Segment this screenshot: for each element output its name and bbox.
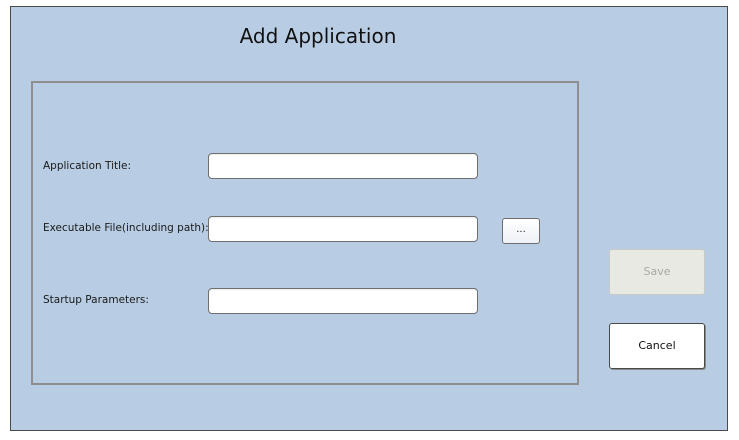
executable-file-label: Executable File(including path): xyxy=(43,222,209,234)
cancel-button[interactable]: Cancel xyxy=(609,323,705,369)
startup-parameters-label: Startup Parameters: xyxy=(43,294,149,306)
save-button[interactable]: Save xyxy=(609,249,705,295)
add-application-dialog: Add Application Application Title: Execu… xyxy=(10,6,728,431)
application-title-label: Application Title: xyxy=(43,160,132,172)
browse-file-button[interactable]: ... xyxy=(502,218,540,244)
dialog-title: Add Application xyxy=(239,24,397,48)
executable-file-input[interactable] xyxy=(208,216,478,242)
application-title-input[interactable] xyxy=(208,153,478,179)
startup-parameters-input[interactable] xyxy=(208,288,478,314)
